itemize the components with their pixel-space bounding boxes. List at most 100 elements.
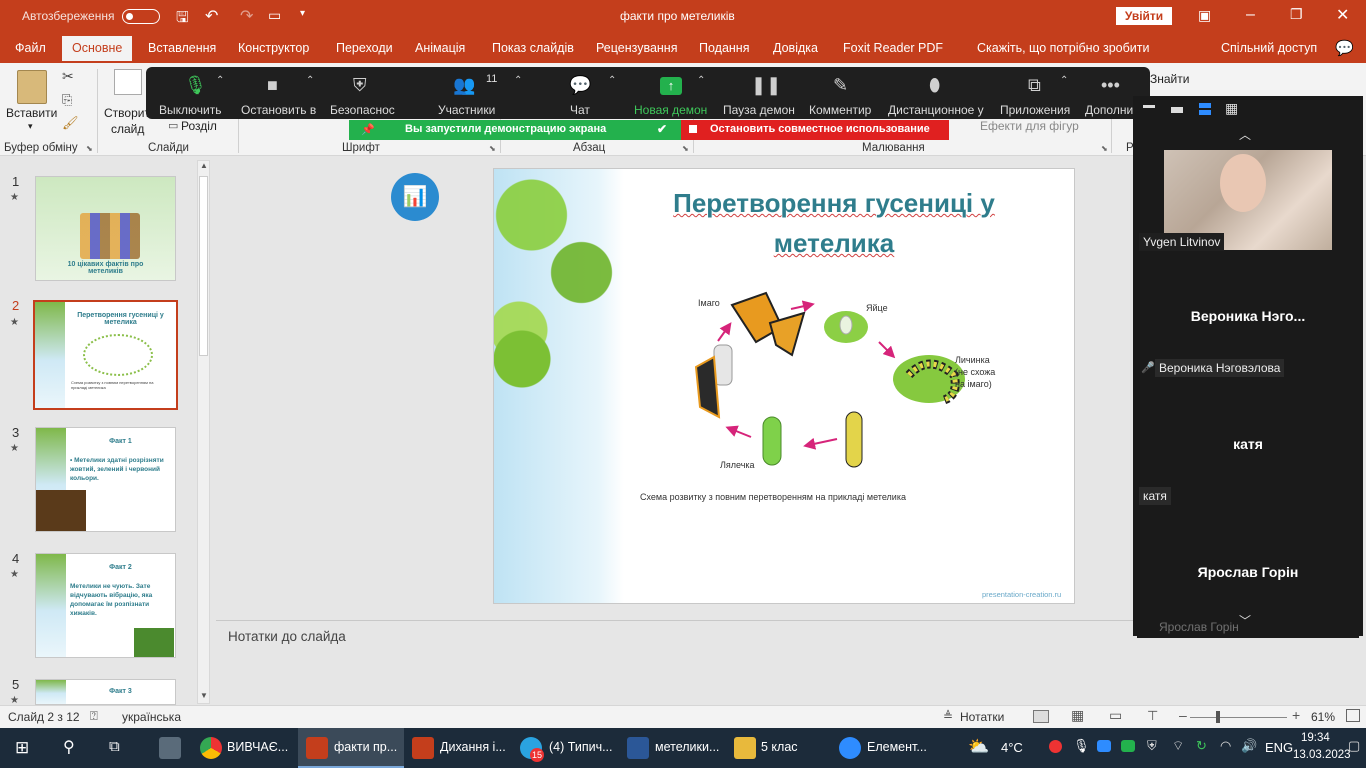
slide-thumbnail-5[interactable]: Факт 3 (35, 679, 176, 705)
share-button[interactable]: Спільний доступ (1221, 41, 1317, 55)
remote-control-button[interactable]: Дистанционное у (888, 103, 984, 117)
weather-temperature[interactable]: 4°C (1001, 740, 1023, 755)
tab-review[interactable]: Рецензування (596, 41, 677, 55)
tab-file[interactable]: Файл (15, 41, 46, 55)
apps-button[interactable]: Приложения (1000, 103, 1070, 117)
participant-video-tile[interactable]: Yvgen Litvinov (1137, 144, 1359, 270)
tell-me-search[interactable]: Скажіть, що потрібно зробити (977, 41, 1150, 55)
close-icon[interactable]: ✕ (1336, 5, 1349, 25)
scrollbar-thumb[interactable] (199, 176, 208, 356)
task-view-icon[interactable]: ⧉ (109, 738, 120, 755)
wifi-icon[interactable]: ◠ (1220, 738, 1231, 754)
zoom-slider[interactable] (1190, 717, 1287, 718)
stop-share-button[interactable]: Остановить совместное использование (710, 123, 930, 135)
participant-tile[interactable]: катя катя (1137, 384, 1359, 510)
new-slide-sub-label[interactable]: слайд (111, 122, 144, 136)
notes-toggle-button[interactable]: Нотатки (960, 710, 1004, 724)
shape-effects-button[interactable]: Ефекти для фігур (980, 119, 1079, 133)
notes-pane[interactable]: Нотатки до слайда (216, 620, 1134, 705)
scroll-up-icon[interactable]: ︿ (1239, 126, 1251, 143)
zoom-slider-thumb[interactable] (1216, 711, 1220, 723)
tray-security-icon[interactable]: ⛨ (1147, 738, 1157, 754)
copy-icon[interactable]: ⎘ (62, 92, 72, 108)
mute-options-icon[interactable]: ⌃ (216, 75, 224, 86)
minimize-icon[interactable]: – (1246, 6, 1255, 24)
participants-options-icon[interactable]: ⌃ (514, 75, 522, 86)
customize-qat-icon[interactable]: ▾ (300, 8, 305, 19)
taskbar-item-powerpoint-2[interactable]: Дихання і... (440, 740, 506, 754)
scroll-up-icon[interactable]: ▲ (200, 161, 208, 170)
language-indicator[interactable]: українська (122, 710, 181, 724)
undo-icon[interactable]: ↶ (205, 6, 218, 26)
slideshow-view-icon[interactable]: ⊤ (1147, 708, 1158, 724)
more-button[interactable]: Дополни (1085, 103, 1133, 117)
pause-icon[interactable]: ❚❚ (751, 75, 781, 96)
participants-icon[interactable]: 👥 (453, 75, 475, 96)
tab-home[interactable]: Основне (62, 36, 133, 61)
powerpoint-icon[interactable] (412, 737, 434, 759)
thumbnails-scrollbar[interactable]: ▲ ▼ (197, 160, 210, 704)
cut-icon[interactable]: ✂ (62, 68, 74, 85)
taskbar-item-folder[interactable]: 5 клас (761, 740, 798, 754)
slide-thumbnail-3[interactable]: Факт 1 • Метелики здатні розрізняти жовт… (35, 427, 176, 532)
share-screen-icon[interactable]: ↑ (660, 77, 682, 95)
redo-icon[interactable]: ↷ (240, 6, 253, 26)
comments-icon[interactable]: 💬 (1335, 39, 1354, 57)
minimize-panel-icon[interactable] (1143, 105, 1155, 108)
participant-tile[interactable]: Вероника Нэго... 🎤 Вероника Нэговэлова (1137, 256, 1359, 382)
tab-transitions[interactable]: Переходи (336, 41, 393, 55)
notes-placeholder[interactable]: Нотатки до слайда (228, 629, 346, 644)
paragraph-launcher-icon[interactable]: ⬊ (682, 144, 689, 153)
apps-options-icon[interactable]: ⌃ (1060, 75, 1068, 86)
participants-button[interactable]: Участники (438, 103, 495, 117)
ribbon-display-icon[interactable]: ▣ (1198, 7, 1211, 24)
slide-sorter-icon[interactable]: ▦ (1071, 707, 1084, 724)
tray-sync-icon[interactable]: ↻ (1196, 738, 1207, 754)
video-camera-icon[interactable]: ■ (267, 75, 278, 96)
taskbar-item-zoom[interactable]: Елемент... (867, 740, 927, 754)
word-icon[interactable] (627, 737, 649, 759)
volume-icon[interactable]: 🔊 (1241, 738, 1257, 754)
tab-help[interactable]: Довідка (773, 41, 818, 55)
fit-to-window-icon[interactable] (1346, 709, 1360, 722)
annotate-pencil-icon[interactable]: ✎ (833, 75, 848, 96)
tab-design[interactable]: Конструктор (238, 41, 309, 55)
chat-options-icon[interactable]: ⌃ (608, 75, 616, 86)
apps-icon[interactable]: ⧉ (1028, 75, 1041, 96)
calculator-icon[interactable] (159, 737, 181, 759)
drawing-launcher-icon[interactable]: ⬊ (1101, 144, 1108, 153)
tab-insert[interactable]: Вставлення (148, 41, 216, 55)
mouse-icon[interactable]: ⬮ (929, 75, 940, 96)
new-share-button[interactable]: Новая демон (634, 103, 707, 117)
slideshow-icon[interactable]: ▭ (268, 7, 281, 24)
powerpoint-icon[interactable] (306, 737, 328, 759)
slide-title[interactable]: Перетворення гусениці у метелика (654, 183, 1014, 263)
tray-zoom-icon[interactable] (1097, 740, 1111, 752)
stop-video-button[interactable]: Остановить в (241, 103, 321, 117)
tray-microphone-icon[interactable]: 🎙 (1073, 738, 1090, 754)
scroll-down-icon[interactable]: ﹀ (1239, 612, 1251, 629)
accessibility-icon[interactable]: ⍰ (90, 708, 98, 724)
tray-network-icon[interactable]: ⌔ (1172, 738, 1184, 754)
chat-button[interactable]: Чат (570, 103, 590, 117)
font-launcher-icon[interactable]: ⬊ (489, 144, 496, 153)
taskbar-item-telegram[interactable]: (4) Типич... (549, 740, 613, 754)
tray-app-icon[interactable] (1121, 740, 1135, 752)
strip-view-icon[interactable] (1199, 103, 1211, 115)
tab-view[interactable]: Подання (699, 41, 749, 55)
section-icon[interactable]: ▭ (168, 119, 178, 132)
scroll-down-icon[interactable]: ▼ (200, 691, 208, 700)
taskbar-item-word[interactable]: метелики... (655, 740, 719, 754)
paste-label[interactable]: Вставити (6, 106, 57, 120)
taskbar-item-powerpoint[interactable]: факти пр... (334, 740, 397, 754)
paste-icon[interactable] (17, 70, 47, 104)
normal-view-icon[interactable] (1033, 710, 1049, 723)
new-slide-icon[interactable] (114, 69, 142, 95)
shield-icon[interactable]: ⛨ (353, 75, 367, 96)
maximize-icon[interactable]: ❐ (1290, 6, 1303, 23)
chat-icon[interactable]: 💬 (569, 75, 591, 96)
clock-date[interactable]: 13.03.2023 (1293, 749, 1351, 761)
slide-thumbnail-4[interactable]: Факт 2 Метелики не чують. Зате відчувают… (35, 553, 176, 658)
start-windows-icon[interactable]: ⊞ (15, 738, 29, 758)
slide-thumbnail-2[interactable]: Перетворення гусениці у метелика Схема р… (33, 300, 178, 410)
